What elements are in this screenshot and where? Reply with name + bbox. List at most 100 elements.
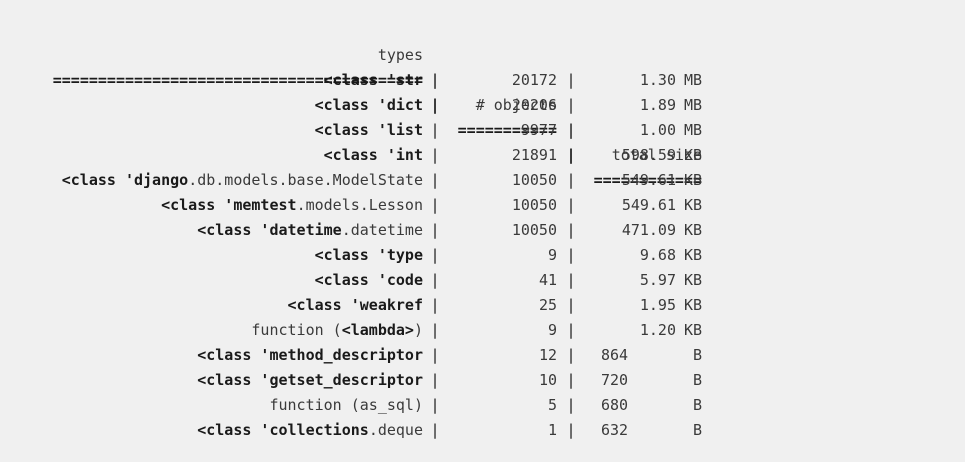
total-size: 1.20 KB	[583, 318, 702, 343]
type-name: <class 'code	[0, 268, 423, 293]
type-name: <class 'django.db.models.base.ModelState	[0, 168, 423, 193]
size-unit: KB	[683, 146, 702, 164]
table-row: <class 'collections.deque | 1 | 632 B	[0, 418, 965, 443]
size-unit: B	[692, 396, 702, 414]
column-separator: |	[430, 96, 440, 114]
type-module: collections	[269, 421, 369, 439]
type-prefix: <class '	[197, 421, 270, 439]
table-row: <class 'int | 21891 | 598.59 KB	[0, 143, 965, 168]
type-prefix: <class '	[314, 271, 387, 289]
total-size: 1.00 MB	[583, 118, 702, 143]
total-size: 9.68 KB	[583, 243, 702, 268]
column-separator: |	[566, 221, 576, 239]
type-name: <class 'weakref	[0, 293, 423, 318]
total-size: 471.09 KB	[583, 218, 702, 243]
column-separator: |	[430, 396, 440, 414]
size-unit: B	[692, 346, 702, 364]
table-row: <class 'datetime.datetime | 10050 | 471.09 KB	[0, 218, 965, 243]
header-rule: ========================================…	[0, 43, 965, 189]
size-unit: KB	[683, 271, 702, 289]
table-row: <class 'weakref | 25 | 1.95 KB	[0, 293, 965, 318]
total-size: 720 B	[583, 368, 702, 393]
size-unit: KB	[683, 171, 702, 189]
type-name: <class 'collections.deque	[0, 418, 423, 443]
table-row: <class 'dict | 20206 | 1.89 MB	[0, 93, 965, 118]
column-separator: |	[566, 246, 576, 264]
object-count: 10	[538, 371, 557, 389]
size-value: 1.95	[639, 296, 676, 314]
size-unit: MB	[683, 71, 702, 89]
type-name: <class 'datetime.datetime	[0, 218, 423, 243]
type-name: function (<lambda>)	[0, 318, 423, 343]
type-module: code	[386, 271, 423, 289]
type-module: memtest	[233, 196, 297, 214]
type-module: type	[386, 246, 423, 264]
column-separator: |	[430, 246, 440, 264]
object-count: 10050	[511, 171, 557, 189]
column-separator: |	[430, 146, 440, 164]
type-prefix: <class '	[314, 96, 387, 114]
type-prefix: function (	[251, 321, 342, 339]
total-size: 598.59 KB	[583, 143, 702, 168]
column-separator: |	[566, 321, 576, 339]
type-name: <class 'memtest.models.Lesson	[0, 193, 423, 218]
memory-summary-table: types | # objects | total size =========…	[0, 0, 965, 462]
column-separator: |	[566, 71, 576, 89]
object-count: 41	[538, 271, 557, 289]
column-separator: |	[430, 346, 440, 364]
type-name: <class 'type	[0, 243, 423, 268]
size-value: 720	[601, 371, 629, 389]
type-module: dict	[386, 96, 423, 114]
column-separator: |	[430, 296, 440, 314]
table-row: <class 'code | 41 | 5.97 KB	[0, 268, 965, 293]
size-value: 632	[601, 421, 629, 439]
size-value: 1.89	[639, 96, 676, 114]
column-separator: |	[430, 71, 440, 89]
type-module: django	[134, 171, 189, 189]
column-separator: |	[566, 421, 576, 439]
object-count: 20172	[511, 71, 557, 89]
total-size: 549.61 KB	[583, 168, 702, 193]
column-separator: |	[566, 121, 576, 139]
column-separator: |	[566, 271, 576, 289]
object-count: 20206	[511, 96, 557, 114]
object-count: 10050	[511, 196, 557, 214]
type-name: <class 'getset_descriptor	[0, 368, 423, 393]
table-row: <class 'memtest.models.Lesson | 10050 | 549.…	[0, 193, 965, 218]
total-size: 1.30 MB	[583, 68, 702, 93]
type-module: datetime	[269, 221, 342, 239]
type-suffix: .db.models.base.ModelState	[188, 171, 423, 189]
column-separator: |	[566, 371, 576, 389]
size-value: 1.20	[639, 321, 676, 339]
size-unit: MB	[683, 121, 702, 139]
type-suffix: .deque	[368, 421, 423, 439]
total-size: 864 B	[583, 343, 702, 368]
type-suffix: )	[413, 321, 423, 339]
object-count: 1	[547, 421, 557, 439]
type-prefix: <class '	[161, 196, 234, 214]
table-row: <class 'getset_descriptor | 10 | 720 B	[0, 368, 965, 393]
type-name: <class 'method_descriptor	[0, 343, 423, 368]
column-separator: |	[566, 396, 576, 414]
size-value: 549.61	[621, 171, 676, 189]
size-value: 471.09	[621, 221, 676, 239]
column-separator: |	[430, 371, 440, 389]
object-count: 9	[547, 246, 557, 264]
table-row: <class 'type | 9 | 9.68 KB	[0, 243, 965, 268]
object-count: 5	[547, 396, 557, 414]
total-size: 632 B	[583, 418, 702, 443]
type-name: <class 'str	[0, 68, 423, 93]
type-module: int	[395, 146, 423, 164]
column-separator: |	[430, 196, 440, 214]
type-name: <class 'int	[0, 143, 423, 168]
size-value: 1.30	[639, 71, 676, 89]
type-name: <class 'list	[0, 118, 423, 143]
object-count: 9	[547, 321, 557, 339]
column-separator: |	[566, 146, 576, 164]
type-prefix: <class '	[323, 146, 396, 164]
size-unit: KB	[683, 296, 702, 314]
object-count: 21891	[511, 146, 557, 164]
table-row: <class 'list | 9977 | 1.00 MB	[0, 118, 965, 143]
object-count: 10050	[511, 221, 557, 239]
table-row: <class 'django.db.models.base.ModelState…	[0, 168, 965, 193]
